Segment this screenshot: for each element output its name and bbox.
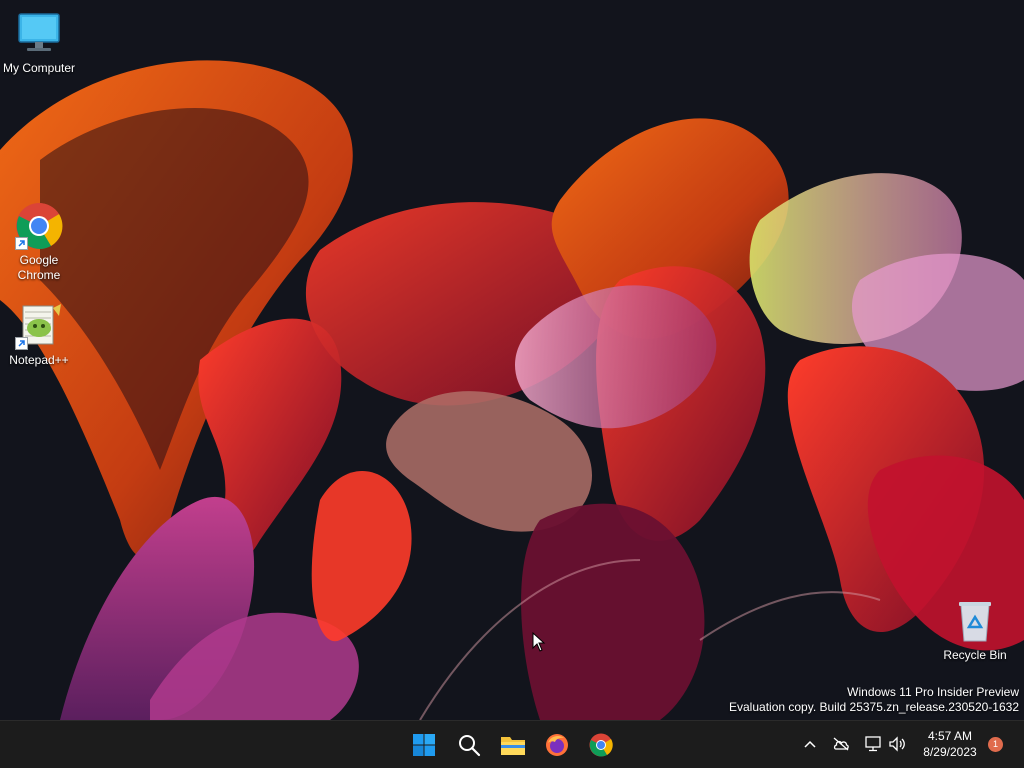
chevron-up-icon xyxy=(804,740,816,748)
folder-icon xyxy=(501,737,525,755)
mouse-cursor-icon xyxy=(532,632,546,652)
watermark-build: Evaluation copy. Build 25375.zn_release.… xyxy=(729,700,1019,714)
taskbar[interactable]: 4:57 AM 8/29/2023 1 xyxy=(0,720,1024,768)
firefox-icon xyxy=(546,734,568,756)
desktop-icon-label: Notepad++ xyxy=(9,353,69,367)
volume-tray-button[interactable] xyxy=(886,733,908,755)
monitor-icon xyxy=(15,10,63,58)
chrome-icon xyxy=(15,202,63,250)
notepadpp-icon xyxy=(15,302,63,350)
cloud-off-icon xyxy=(833,737,849,751)
recycle-bin-icon xyxy=(951,597,999,645)
onedrive-tray-button[interactable] xyxy=(830,733,852,755)
chrome-icon xyxy=(589,733,613,757)
show-hidden-icons-button[interactable] xyxy=(800,733,820,755)
desktop-icon-label: Google Chrome xyxy=(17,253,61,282)
desktop-icon-my-computer[interactable]: My Computer xyxy=(0,10,78,76)
shortcut-arrow-icon xyxy=(15,237,28,250)
desktop-icon-label: Recycle Bin xyxy=(943,648,1007,662)
wallpaper xyxy=(0,0,1024,720)
search-icon xyxy=(459,735,481,757)
desktop[interactable]: My Computer Google Chrome Notepad++ Recy… xyxy=(0,0,1024,720)
watermark-edition: Windows 11 Pro Insider Preview xyxy=(847,685,1019,699)
desktop-icon-recycle-bin[interactable]: Recycle Bin xyxy=(936,597,1014,663)
volume-icon xyxy=(889,736,905,752)
network-tray-button[interactable] xyxy=(862,733,884,755)
windows-watermark: Windows 11 Pro Insider Preview Evaluatio… xyxy=(729,685,1019,715)
clock-time: 4:57 AM xyxy=(927,729,973,743)
windows-start-icon xyxy=(413,734,435,756)
start-button[interactable] xyxy=(406,727,442,763)
chrome-taskbar-button[interactable] xyxy=(583,727,619,763)
file-explorer-button[interactable] xyxy=(495,727,531,763)
desktop-icon-notepadpp[interactable]: Notepad++ xyxy=(0,302,78,368)
clock-date: 8/29/2023 xyxy=(923,745,977,759)
clock-button[interactable]: 4:57 AM 8/29/2023 xyxy=(914,728,986,760)
network-icon xyxy=(865,736,881,752)
shortcut-arrow-icon xyxy=(15,337,28,350)
notification-badge[interactable]: 1 xyxy=(988,737,1003,752)
desktop-icon-google-chrome[interactable]: Google Chrome xyxy=(0,202,78,283)
firefox-button[interactable] xyxy=(539,727,575,763)
desktop-icon-label: My Computer xyxy=(2,61,76,75)
search-button[interactable] xyxy=(451,727,487,763)
